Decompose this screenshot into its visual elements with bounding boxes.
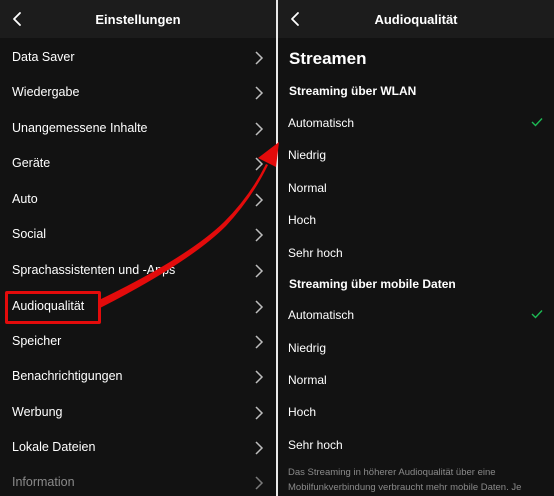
settings-header: Einstellungen: [0, 0, 276, 38]
mobile-option-normal[interactable]: Normal: [278, 365, 554, 395]
chevron-right-icon: [255, 228, 264, 242]
settings-item-data-saver[interactable]: Data Saver: [0, 41, 276, 76]
option-label: Automatisch: [288, 308, 355, 322]
settings-item-label: Lokale Dateien: [12, 440, 96, 454]
highlight-box: [5, 291, 101, 324]
settings-pane: Einstellungen Data Saver Wiedergabe Unan…: [0, 0, 276, 496]
settings-item-geraete[interactable]: Geräte: [0, 147, 276, 182]
page-title: Audioqualität: [374, 12, 458, 27]
settings-item-wiedergabe[interactable]: Wiedergabe: [0, 76, 276, 111]
chevron-right-icon: [255, 51, 264, 65]
option-label: Niedrig: [288, 341, 327, 355]
option-label: Sehr hoch: [288, 438, 343, 452]
settings-item-speicher[interactable]: Speicher: [0, 325, 276, 360]
mobile-option-automatisch[interactable]: Automatisch: [278, 300, 554, 330]
chevron-right-icon: [255, 193, 264, 207]
option-label: Automatisch: [288, 116, 355, 130]
settings-item-label: Sprachassistenten und -Apps: [12, 263, 176, 277]
settings-item-label: Werbung: [12, 405, 63, 419]
settings-item-social[interactable]: Social: [0, 218, 276, 253]
option-label: Niedrig: [288, 148, 327, 162]
settings-item-label: Speicher: [12, 334, 62, 348]
chevron-right-icon: [255, 370, 264, 384]
wlan-option-normal[interactable]: Normal: [278, 173, 554, 203]
settings-item-werbung[interactable]: Werbung: [0, 396, 276, 431]
check-icon: [531, 310, 543, 319]
audio-quality-header: Audioqualität: [278, 0, 554, 38]
settings-item-label: Data Saver: [12, 50, 75, 64]
chevron-right-icon: [255, 300, 264, 314]
option-label: Hoch: [288, 405, 317, 419]
settings-item-benachrichtigungen[interactable]: Benachrichtigungen: [0, 360, 276, 395]
wlan-option-sehr-hoch[interactable]: Sehr hoch: [278, 238, 554, 268]
check-icon: [531, 118, 543, 127]
settings-item-label: Wiedergabe: [12, 85, 80, 99]
mobile-option-niedrig[interactable]: Niedrig: [278, 333, 554, 363]
chevron-right-icon: [255, 157, 264, 171]
chevron-right-icon: [255, 335, 264, 349]
settings-item-auto[interactable]: Auto: [0, 183, 276, 218]
settings-item-label: Geräte: [12, 156, 51, 170]
wlan-section-title: Streaming über WLAN: [289, 84, 417, 98]
section-heading: Streamen: [289, 49, 367, 68]
settings-item-information[interactable]: Information: [0, 466, 276, 496]
page-title: Einstellungen: [95, 12, 181, 27]
settings-item-label: Social: [12, 227, 47, 241]
footnote-text: Das Streaming in höherer Audioqualität ü…: [288, 467, 522, 493]
option-label: Normal: [288, 373, 327, 387]
chevron-right-icon: [255, 122, 264, 136]
chevron-right-icon: [255, 264, 264, 278]
chevron-right-icon: [255, 406, 264, 420]
chevron-right-icon: [255, 476, 264, 490]
wlan-option-hoch[interactable]: Hoch: [278, 205, 554, 235]
wlan-option-automatisch[interactable]: Automatisch: [278, 108, 554, 138]
settings-item-label: Auto: [12, 192, 38, 206]
chevron-right-icon: [255, 86, 264, 100]
option-label: Sehr hoch: [288, 246, 343, 260]
wlan-option-niedrig[interactable]: Niedrig: [278, 140, 554, 170]
audio-quality-pane: Audioqualität Streamen Streaming über WL…: [278, 0, 554, 496]
chevron-right-icon: [255, 441, 264, 455]
settings-item-lokale-dateien[interactable]: Lokale Dateien: [0, 431, 276, 466]
mobile-section-title: Streaming über mobile Daten: [289, 277, 456, 291]
mobile-option-hoch[interactable]: Hoch: [278, 397, 554, 427]
option-label: Normal: [288, 181, 327, 195]
settings-item-label: Information: [12, 475, 75, 489]
settings-item-label: Benachrichtigungen: [12, 369, 123, 383]
settings-item-unangemessene-inhalte[interactable]: Unangemessene Inhalte: [0, 112, 276, 147]
settings-item-label: Unangemessene Inhalte: [12, 121, 148, 135]
mobile-option-sehr-hoch[interactable]: Sehr hoch: [278, 430, 554, 460]
option-label: Hoch: [288, 213, 317, 227]
settings-item-sprachassistenten[interactable]: Sprachassistenten und -Apps: [0, 254, 276, 289]
